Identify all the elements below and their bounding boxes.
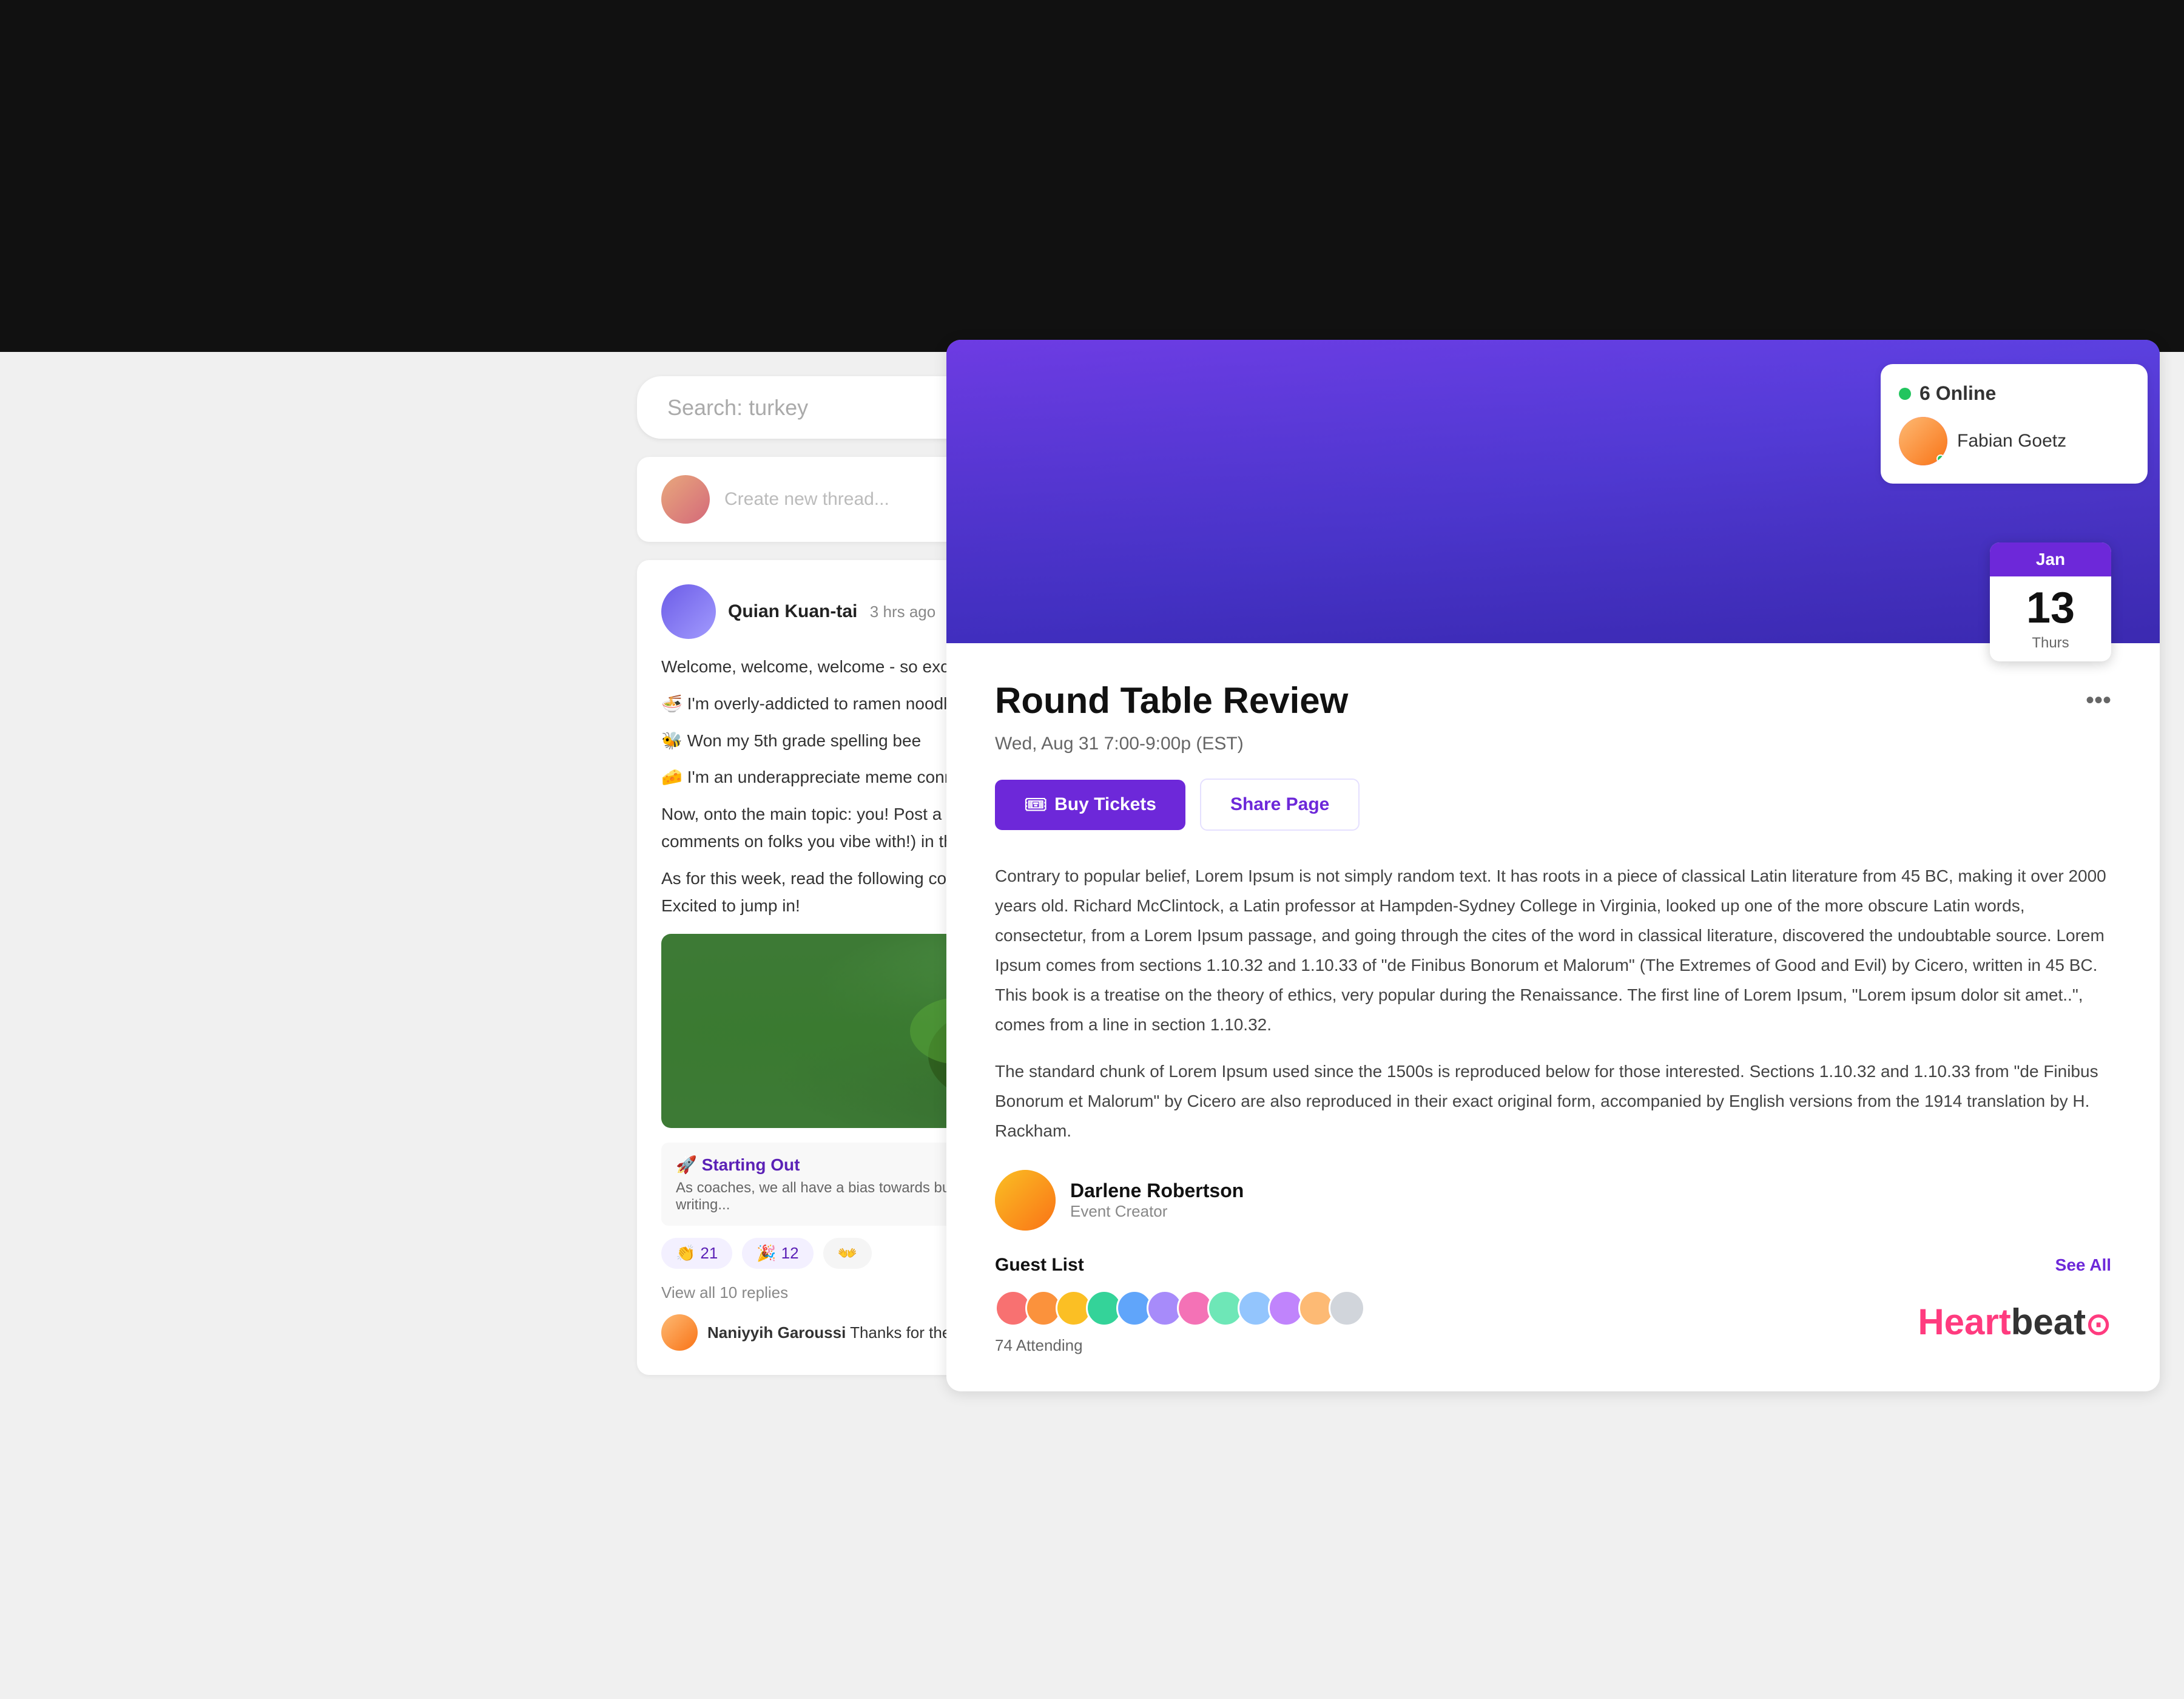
thread-author-avatar xyxy=(661,584,716,639)
event-body: Round Table Review ••• Wed, Aug 31 7:00-… xyxy=(946,643,2160,1391)
guest-avatar-12 xyxy=(1329,1290,1365,1326)
cal-month: Jan xyxy=(1990,542,2111,576)
creator-info: Darlene Robertson Event Creator xyxy=(1070,1180,1244,1221)
online-user-avatar xyxy=(1899,417,1947,465)
online-user-dot xyxy=(1936,454,1945,463)
online-user-name: Fabian Goetz xyxy=(1957,431,2066,451)
creator-section: Darlene Robertson Event Creator xyxy=(995,1170,2111,1231)
share-page-label: Share Page xyxy=(1230,794,1329,814)
creator-avatar xyxy=(995,1170,1056,1231)
creator-role: Event Creator xyxy=(1070,1202,1244,1221)
event-description: Contrary to popular belief, Lorem Ipsum … xyxy=(995,861,2111,1146)
event-actions: 🎟 Buy Tickets Share Page xyxy=(995,779,2111,831)
event-title-row: Round Table Review ••• xyxy=(995,680,2111,721)
online-indicator: 6 Online xyxy=(1899,382,2129,405)
guest-list-title: Guest List xyxy=(995,1255,1084,1275)
share-page-button[interactable]: Share Page xyxy=(1200,779,1360,831)
event-detail-panel: Jan 13 Thurs Round Table Review ••• Wed,… xyxy=(946,340,2160,1391)
party-emoji: 🎉 xyxy=(757,1244,776,1263)
event-datetime: Wed, Aug 31 7:00-9:00p (EST) xyxy=(995,734,2111,754)
party-count: 12 xyxy=(781,1244,799,1263)
online-user-row[interactable]: Fabian Goetz xyxy=(1899,417,2129,465)
cal-weekday: Thurs xyxy=(1990,635,2111,661)
heartbeat-heart-text: Heart xyxy=(1918,1302,2010,1342)
reply-author-avatar xyxy=(661,1314,698,1351)
heartbeat-logo: Heartbeat⊙ xyxy=(1918,1301,2111,1343)
dark-top-area xyxy=(0,0,2184,352)
current-user-avatar xyxy=(661,475,710,524)
event-more-icon[interactable]: ••• xyxy=(2086,687,2111,714)
clap-count: 21 xyxy=(700,1244,718,1263)
buy-tickets-label: Buy Tickets xyxy=(1054,794,1156,815)
reaction-clap[interactable]: 👏 21 xyxy=(661,1238,732,1269)
thread-time: 3 hrs ago xyxy=(870,603,935,621)
online-panel: 6 Online Fabian Goetz xyxy=(1881,364,2148,484)
heartbeat-rest-text: beat xyxy=(2011,1302,2086,1342)
see-all-link[interactable]: See All xyxy=(2055,1255,2111,1275)
event-desc-p1: Contrary to popular belief, Lorem Ipsum … xyxy=(995,861,2111,1039)
creator-name: Darlene Robertson xyxy=(1070,1180,1244,1202)
reply-author-name: Naniyyih Garoussi xyxy=(707,1323,846,1342)
thread-author-name: Quian Kuan-tai xyxy=(728,601,857,621)
ticket-icon: 🎟 xyxy=(1024,794,1047,816)
reaction-party[interactable]: 🎉 12 xyxy=(742,1238,813,1269)
reaction-wave[interactable]: 👐 xyxy=(823,1238,872,1269)
clap-emoji: 👏 xyxy=(676,1244,695,1263)
event-desc-p2: The standard chunk of Lorem Ipsum used s… xyxy=(995,1056,2111,1146)
heartbeat-icon: ⊙ xyxy=(2086,1307,2111,1341)
event-title: Round Table Review xyxy=(995,680,1348,721)
cal-day: 13 xyxy=(1990,576,2111,635)
online-count-text: 6 Online xyxy=(1919,382,1996,405)
wave-emoji: 👐 xyxy=(838,1244,857,1263)
buy-tickets-button[interactable]: 🎟 Buy Tickets xyxy=(995,780,1185,830)
online-green-dot xyxy=(1899,388,1911,400)
guest-section-header: Guest List See All xyxy=(995,1255,2111,1275)
create-thread-placeholder[interactable]: Create new thread... xyxy=(724,489,889,510)
calendar-badge: Jan 13 Thurs xyxy=(1990,542,2111,661)
